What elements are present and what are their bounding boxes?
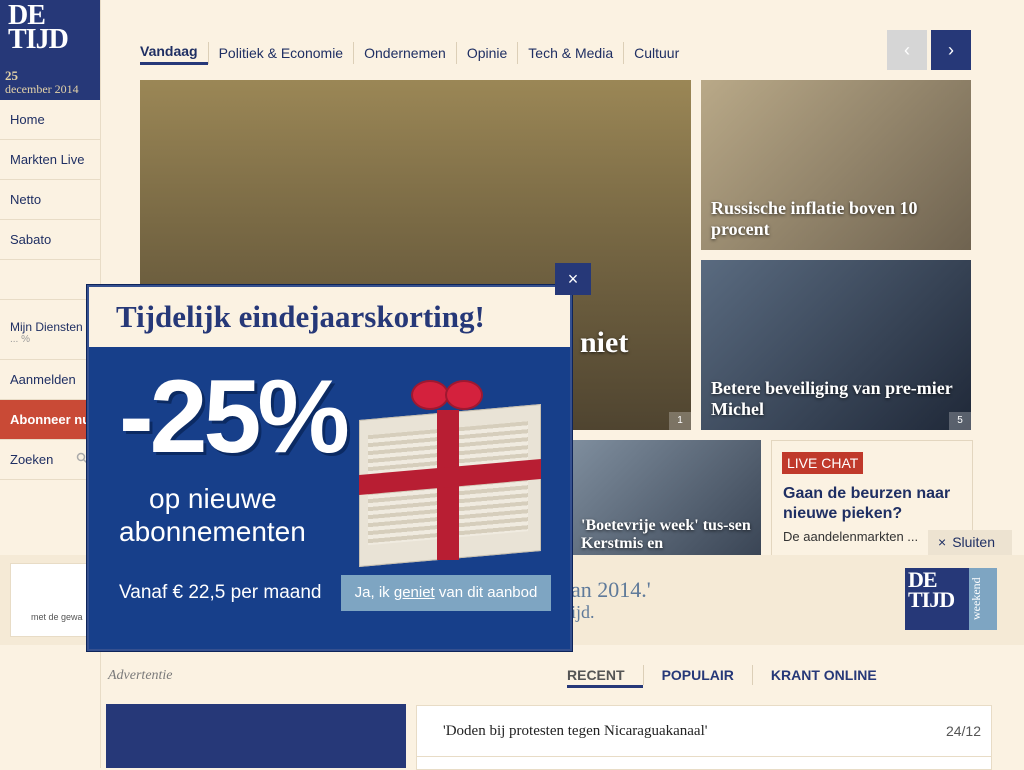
tab-ondernemen[interactable]: Ondernemen (353, 41, 456, 64)
story-card-russia[interactable]: Russische inflatie boven 10 procent (701, 80, 971, 250)
tab-politiek-economie[interactable]: Politiek & Economie (207, 41, 354, 64)
carousel-prev-button[interactable]: ‹ (887, 30, 927, 70)
story-card-michel[interactable]: Betere beveiliging van pre-mier Michel 5 (701, 260, 971, 430)
sidebar: DE TIJD 25 december 2014 Home Markten Li… (0, 0, 101, 768)
story-main-headline: niet (580, 326, 629, 359)
sidebar-item-markten-live[interactable]: Markten Live (0, 140, 100, 180)
cta-text-underlined: geniet (393, 584, 435, 601)
accept-offer-button[interactable]: Ja, ik geniet van dit aanbod (341, 575, 551, 611)
section-tabs: Vandaag Politiek & Economie Ondernemen O… (140, 40, 689, 65)
weekend-ad-text: met de gewa (31, 612, 83, 622)
logo-line2: TIJD (8, 24, 69, 55)
promo-popup: Tijdelijk eindejaarskorting! -25% op nie… (87, 285, 572, 651)
sidebar-item-netto[interactable]: Netto (0, 180, 100, 220)
cta-text-post: van dit aanbod (434, 584, 538, 601)
tab-vandaag[interactable]: Vandaag (140, 40, 208, 65)
tab-populair[interactable]: POPULAIR (642, 665, 752, 685)
carousel-next-button[interactable]: › (931, 30, 971, 70)
recent-news-item-title[interactable]: 'Doden bij protesten tegen Nicaraguakana… (443, 723, 707, 740)
sluiten-button[interactable]: × Sluiten (928, 530, 1012, 555)
sidebar-item-zoeken[interactable]: Zoeken (0, 440, 100, 480)
story-michel-headline: Betere beveiliging van pre-mier Michel (711, 378, 953, 419)
story-card-boete[interactable]: 'Boetevrije week' tus-sen Kerstmis en (571, 440, 761, 555)
news-list-tabs: RECENT POPULAIR KRANT ONLINE (567, 665, 895, 688)
close-icon: × (938, 534, 947, 550)
close-icon: × (567, 268, 579, 289)
recent-news-list: 'Doden bij protesten tegen Nicaraguakana… (416, 705, 992, 770)
sidebar-item-aanmelden[interactable]: Aanmelden (0, 360, 100, 400)
weekend-logo-line2: TIJD (908, 587, 955, 612)
tab-opinie[interactable]: Opinie (455, 41, 517, 64)
live-chat-question: Gaan de beurzen naar nieuwe pieken? (783, 485, 951, 522)
live-chat-badge: LIVE CHAT (782, 452, 864, 474)
tab-krant-online[interactable]: KRANT ONLINE (751, 665, 895, 685)
story-main-photo-count: 1 (669, 412, 691, 430)
tab-recent[interactable]: RECENT (567, 665, 643, 688)
tab-tech-media[interactable]: Tech & Media (517, 41, 623, 64)
weekend-source: ijd. (571, 602, 595, 622)
story-michel-photo-count: 5 (949, 412, 971, 430)
sidebar-item-mijn-diensten[interactable]: Mijn Diensten ... % (0, 300, 100, 360)
gift-newspaper-illustration (349, 372, 549, 567)
sluiten-label: Sluiten (952, 534, 995, 550)
popup-title-band: Tijdelijk eindejaarskorting! (89, 287, 570, 347)
de-tijd-weekend-logo[interactable]: DE TIJD (905, 568, 969, 630)
sidebar-item-home[interactable]: Home (0, 100, 100, 140)
popup-offer-line2: abonnementen (119, 516, 306, 547)
gift-bow (411, 372, 483, 422)
cta-text-pre: Ja, ik (354, 584, 394, 601)
de-tijd-logo[interactable]: DE TIJD 25 december 2014 (0, 0, 100, 100)
weekend-logo-label: weekend (969, 568, 997, 630)
chevron-left-icon: ‹ (904, 39, 910, 60)
tab-cultuur[interactable]: Cultuur (623, 41, 689, 64)
weekend-ad-panel: met de gewa (10, 563, 92, 637)
date-month-year: december 2014 (5, 82, 79, 96)
recent-news-item-date: 24/12 (945, 723, 981, 739)
advertentie-label: Advertentie (108, 668, 173, 683)
popup-title: Tijdelijk eindejaarskorting! (116, 299, 485, 334)
popup-offer-line1: op nieuwe (149, 483, 277, 514)
weekend-quote: an 2014.' (571, 577, 651, 602)
recent-list-divider (417, 756, 991, 757)
chevron-right-icon: › (948, 39, 954, 60)
sidebar-divider (0, 260, 100, 300)
story-boete-headline: 'Boetevrije week' tus-sen Kerstmis en (581, 517, 751, 552)
popup-discount: -25% (119, 359, 350, 475)
story-russia-headline: Russische inflatie boven 10 procent (711, 198, 918, 239)
sidebar-item-sabato[interactable]: Sabato (0, 220, 100, 260)
advertisement-block[interactable] (106, 704, 406, 768)
abonneer-nu-button[interactable]: Abonneer nu (0, 400, 100, 440)
zoeken-label: Zoeken (10, 452, 54, 467)
popup-price: Vanaf € 22,5 per maand (119, 582, 322, 603)
popup-close-button[interactable]: × (555, 263, 591, 295)
